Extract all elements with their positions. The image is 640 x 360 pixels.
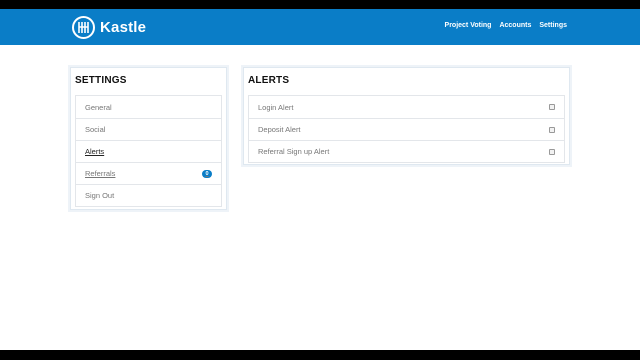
kastle-logo-icon xyxy=(72,16,95,39)
top-navbar: Kastle Project Voting Accounts Settings xyxy=(0,9,640,45)
page: Kastle Project Voting Accounts Settings … xyxy=(0,9,640,350)
settings-item-label: Sign Out xyxy=(85,191,115,200)
settings-item-label: General xyxy=(85,102,112,112)
settings-item-referrals[interactable]: Referrals 0 xyxy=(76,162,221,184)
alert-row-deposit: Deposit Alert xyxy=(249,118,564,140)
login-alert-checkbox[interactable] xyxy=(549,104,555,110)
settings-item-label: Referrals xyxy=(85,169,116,178)
settings-item-label: Alerts xyxy=(85,147,105,156)
settings-item-sign-out[interactable]: Sign Out xyxy=(76,184,221,206)
alert-label: Referral Sign up Alert xyxy=(258,147,330,156)
settings-item-alerts[interactable]: Alerts xyxy=(76,140,221,162)
alerts-panel: ALERTS Login Alert Deposit Alert Referra… xyxy=(243,67,570,165)
settings-item-label: Social xyxy=(85,125,106,134)
brand-logo[interactable]: Kastle xyxy=(72,16,146,39)
referrals-count-badge: 0 xyxy=(202,169,212,178)
alerts-list: Login Alert Deposit Alert Referral Sign … xyxy=(248,95,565,163)
brand-name: Kastle xyxy=(100,19,147,36)
alert-row-referral-signup: Referral Sign up Alert xyxy=(249,140,564,162)
nav-accounts[interactable]: Accounts xyxy=(499,22,531,29)
deposit-alert-checkbox[interactable] xyxy=(549,126,555,133)
nav-links: Project Voting Accounts Settings xyxy=(445,22,567,29)
settings-item-social[interactable]: Social xyxy=(76,118,221,140)
settings-title: SETTINGS xyxy=(75,75,127,86)
alert-label: Deposit Alert xyxy=(258,125,301,134)
settings-panel: SETTINGS General Social Alerts Referrals… xyxy=(70,67,227,210)
settings-item-general[interactable]: General xyxy=(76,96,221,118)
referral-signup-alert-checkbox[interactable] xyxy=(549,148,555,155)
alert-label: Login Alert xyxy=(258,102,294,112)
alert-row-login: Login Alert xyxy=(249,96,564,118)
nav-project-voting[interactable]: Project Voting xyxy=(445,22,492,29)
nav-settings[interactable]: Settings xyxy=(539,22,567,29)
alerts-title: ALERTS xyxy=(248,75,290,86)
settings-menu: General Social Alerts Referrals 0 Sign O… xyxy=(75,95,222,207)
